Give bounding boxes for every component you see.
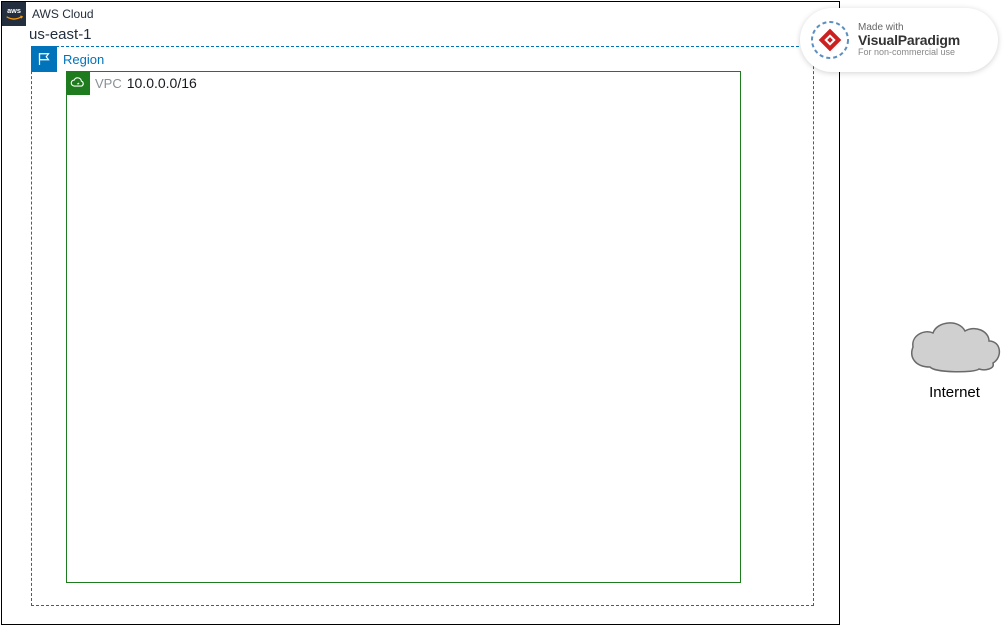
region-label: Region <box>57 52 110 67</box>
region-flag-icon <box>31 46 57 72</box>
watermark-text: Made with VisualParadigm For non-commerc… <box>858 22 960 58</box>
vpc-badge: VPC 10.0.0.0/16 <box>66 71 201 95</box>
vpc-label: VPC <box>90 76 127 91</box>
visual-paradigm-watermark: Made with VisualParadigm For non-commerc… <box>800 8 998 72</box>
aws-cloud-region-name: us-east-1 <box>29 26 96 43</box>
aws-cloud-badge: aws AWS Cloud <box>2 2 100 26</box>
vpc-container: VPC 10.0.0.0/16 <box>66 71 741 583</box>
svg-text:aws: aws <box>7 6 21 15</box>
diagram-canvas: aws AWS Cloud us-east-1 Region <box>1 1 840 625</box>
watermark-noncommercial: For non-commercial use <box>858 48 960 58</box>
vpc-cloud-icon <box>66 71 90 95</box>
visual-paradigm-logo-icon <box>810 20 850 60</box>
cloud-icon <box>905 317 1005 375</box>
aws-logo-icon: aws <box>2 2 26 26</box>
watermark-brand: VisualParadigm <box>858 33 960 48</box>
internet-label: Internet <box>903 384 1006 401</box>
internet-node: Internet <box>903 317 1006 401</box>
region-container: Region VPC 10.0.0.0/16 <box>31 46 814 606</box>
aws-cloud-label: AWS Cloud <box>26 7 100 21</box>
vpc-cidr: 10.0.0.0/16 <box>127 75 201 91</box>
region-badge: Region <box>31 46 110 72</box>
